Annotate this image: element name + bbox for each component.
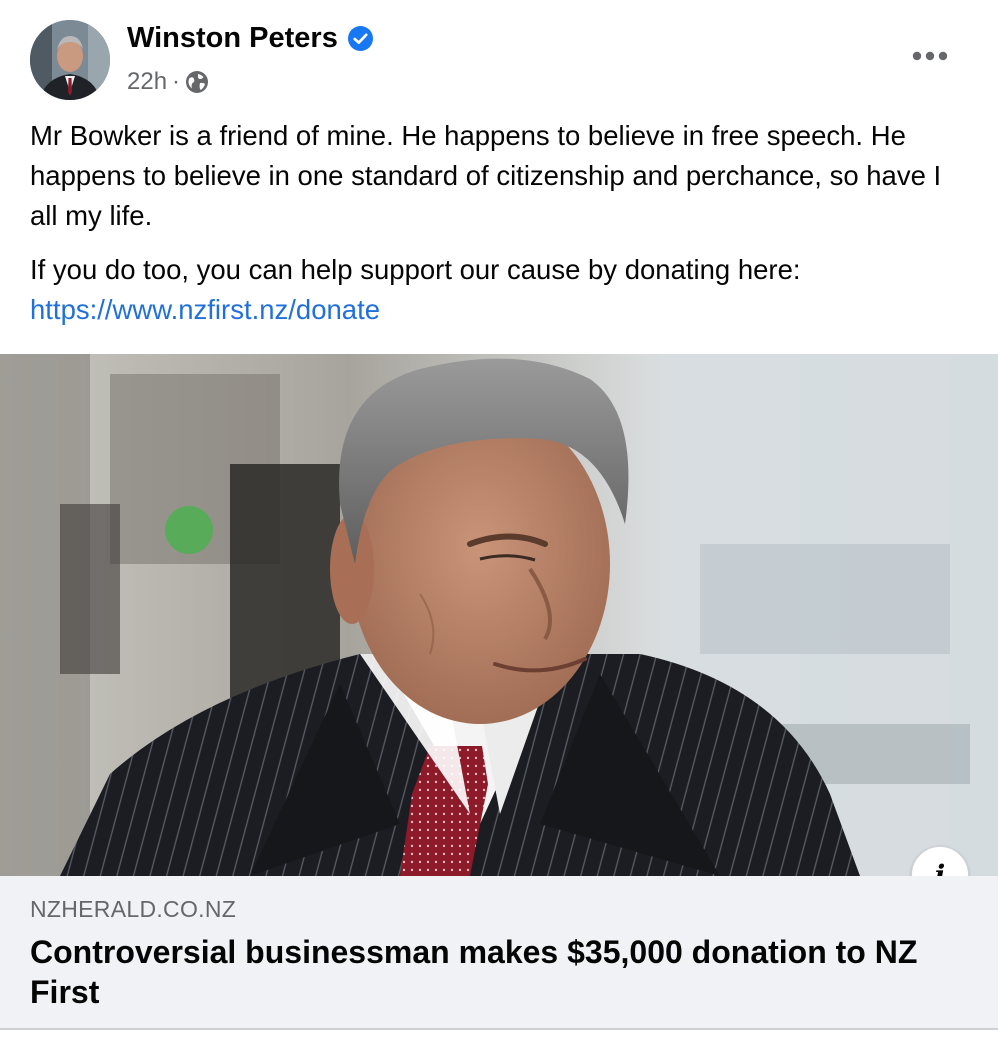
globe-icon[interactable]: [185, 70, 209, 94]
post-header: Winston Peters 22h ·: [30, 20, 970, 102]
post-paragraph-1: Mr Bowker is a friend of mine. He happen…: [30, 120, 942, 231]
preview-divider: [0, 1028, 998, 1030]
post-paragraph-2-text: If you do too, you can help support our …: [30, 254, 801, 285]
author-name[interactable]: Winston Peters: [127, 22, 373, 55]
link-preview-image[interactable]: [0, 354, 998, 876]
donate-link[interactable]: https://www.nzfirst.nz/donate: [30, 290, 975, 330]
link-preview-footer[interactable]: NZHERALD.CO.NZ Controversial businessman…: [0, 876, 998, 1028]
post-paragraph-2: If you do too, you can help support our …: [30, 250, 975, 330]
preview-source-domain: NZHERALD.CO.NZ: [30, 896, 237, 922]
author-avatar[interactable]: [30, 20, 110, 100]
post-text: Mr Bowker is a friend of mine. He happen…: [30, 116, 975, 344]
preview-headline[interactable]: Controversial businessman makes $35,000 …: [30, 932, 960, 1012]
verified-badge-icon: [347, 26, 373, 51]
post-timestamp[interactable]: 22h: [127, 68, 167, 96]
facebook-post: Winston Peters 22h · Mr Bowker is a frie…: [0, 0, 998, 1038]
avatar-image: [30, 20, 110, 100]
author-name-text: Winston Peters: [127, 22, 338, 54]
meta-separator: ·: [172, 68, 181, 95]
more-options-icon[interactable]: [912, 50, 948, 62]
article-photo: [0, 354, 998, 876]
post-meta: 22h ·: [127, 68, 209, 96]
